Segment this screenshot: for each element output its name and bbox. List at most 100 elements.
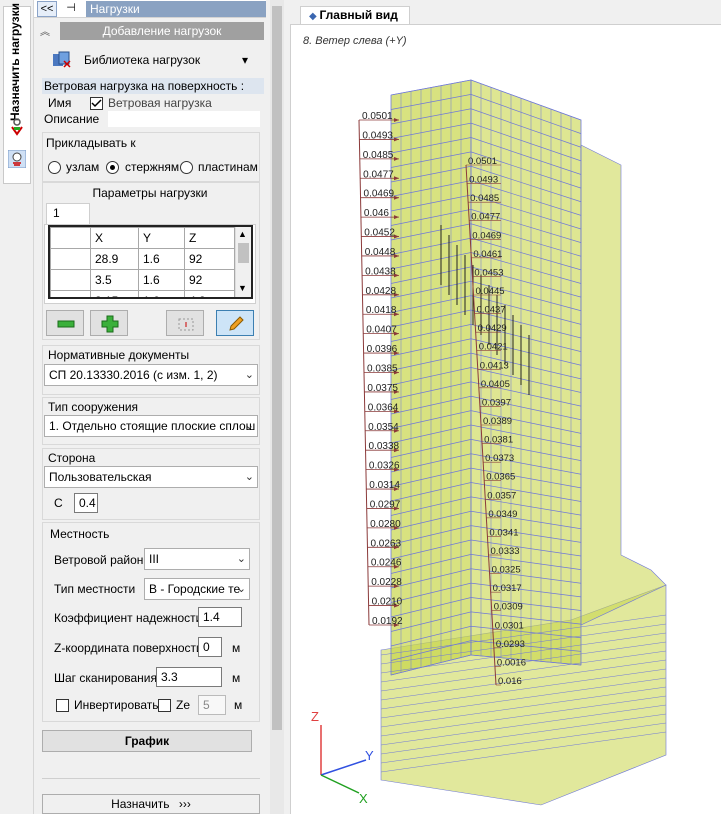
z-coordinate-input[interactable]: 0 xyxy=(198,637,222,657)
structure-type-value: 1. Отдельно стоящие плоские сплош xyxy=(49,419,256,433)
remove-row-button[interactable] xyxy=(46,310,84,336)
radio-plates[interactable] xyxy=(180,161,193,174)
load-value-left: 0.0210 xyxy=(372,597,403,608)
load-value-right: 0.0429 xyxy=(478,323,507,334)
load-value-right: 0.0461 xyxy=(473,249,502,260)
name-value: Ветровая нагрузка xyxy=(108,96,212,110)
load-value-right: 0.0301 xyxy=(495,620,524,631)
select-region-button[interactable] xyxy=(166,310,204,336)
model-viewport[interactable]: 8. Ветер слева (+Y) 0.0501 0.0493 0.0485 0.… xyxy=(290,24,721,814)
side-select[interactable]: Пользовательская ⌄ xyxy=(44,466,258,488)
grid-cell[interactable] xyxy=(50,248,91,270)
load-value-right: 0.0325 xyxy=(492,565,521,576)
grid-cell[interactable]: 3.15 xyxy=(90,290,139,297)
grid-cell[interactable]: 4.8 xyxy=(184,290,235,297)
description-label: Описание xyxy=(44,112,100,126)
panel-scrollbar[interactable] xyxy=(270,0,284,814)
graph-button[interactable]: График xyxy=(42,730,252,752)
load-value-right: 0.0373 xyxy=(485,453,514,464)
axis-y-label: Y xyxy=(365,748,374,763)
panel-scroll-thumb[interactable] xyxy=(272,6,282,730)
load-value-right: 0.0437 xyxy=(477,305,506,316)
load-value-right: 0.0501 xyxy=(468,156,497,167)
loads-node-icon[interactable] xyxy=(8,118,26,136)
grid-cell[interactable]: 1.6 xyxy=(138,290,185,297)
load-library-button[interactable]: Библиотека нагрузок ▾ xyxy=(48,48,248,72)
load-value-left: 0.0485 xyxy=(363,150,394,161)
load-value-left: 0.0263 xyxy=(370,538,401,549)
z-coordinate-label: Z-координата поверхности xyxy=(54,641,203,655)
ze-input[interactable]: 5 xyxy=(198,695,226,715)
collapse-chevron-icon[interactable]: ︽ xyxy=(40,23,50,38)
radio-nodes-label: узлам xyxy=(66,160,100,174)
load-value-right: 0.0421 xyxy=(479,342,508,353)
load-value-left: 0.0314 xyxy=(369,480,400,491)
grid-cell[interactable]: 28.9 xyxy=(90,248,139,270)
check-icon xyxy=(91,99,102,108)
name-label: Имя xyxy=(48,96,72,110)
load-value-right: 0.0493 xyxy=(469,175,498,186)
reliability-input[interactable]: 1.4 xyxy=(198,607,242,627)
pin-icon[interactable]: ⊣ xyxy=(61,1,81,17)
scan-step-input[interactable]: 3.3 xyxy=(156,667,222,687)
add-loads-header[interactable]: ︽ Добавление нагрузок xyxy=(40,22,264,40)
building-model[interactable]: 0.0501 0.0493 0.0485 0.0477 0.0469 0.046 0.045… xyxy=(291,25,721,814)
collapse-panel-button[interactable]: << xyxy=(37,1,57,17)
params-tab-1[interactable]: 1 xyxy=(46,203,90,225)
scroll-down-icon[interactable]: ▼ xyxy=(238,283,247,293)
tab-main-view[interactable]: ◆ Главный вид xyxy=(300,6,410,24)
chevron-down-icon: ⌄ xyxy=(244,369,254,381)
parameters-title: Параметры нагрузки xyxy=(92,186,208,200)
dropdown-arrow-icon: ▾ xyxy=(241,53,248,67)
radio-rods[interactable] xyxy=(106,161,119,174)
grid-cell[interactable]: 3.5 xyxy=(90,269,139,291)
add-row-button[interactable] xyxy=(90,310,128,336)
description-input[interactable] xyxy=(108,111,260,127)
load-value-left: 0.0364 xyxy=(368,402,399,413)
terrain-type-select[interactable]: B - Городские те ⌄ xyxy=(144,578,250,600)
assign-button[interactable]: Назначить ››› xyxy=(42,794,260,814)
app-window: Назначить нагрузки << ⊣ Нагрузки ︽ Добав… xyxy=(0,0,721,814)
load-value-right: 0.0389 xyxy=(483,416,512,427)
invert-checkbox[interactable] xyxy=(56,699,69,712)
structure-type-select[interactable]: 1. Отдельно стоящие плоские сплош ⌄ xyxy=(44,415,258,437)
load-value-right: 0.0405 xyxy=(481,379,510,390)
load-value-right: 0.0365 xyxy=(486,472,515,483)
load-value-left: 0.0338 xyxy=(369,441,400,452)
scroll-up-icon[interactable]: ▲ xyxy=(238,229,247,239)
reliability-label: Коэффициент надежности xyxy=(54,611,203,625)
grid-cell[interactable]: 92 xyxy=(184,248,235,270)
load-value-left: 0.0326 xyxy=(369,461,400,472)
loads-bulb-icon[interactable] xyxy=(8,150,26,168)
normative-docs-select[interactable]: СП 20.13330.2016 (с изм. 1, 2) ⌄ xyxy=(44,364,258,386)
apply-to-label: Прикладывать к xyxy=(46,136,136,150)
ze-checkbox[interactable] xyxy=(158,699,171,712)
name-checkbox[interactable] xyxy=(90,97,103,110)
grid-cell[interactable] xyxy=(50,269,91,291)
load-value-left: 0.0428 xyxy=(365,286,396,297)
load-value-left: 0.0385 xyxy=(367,364,398,375)
grid-scroll-thumb[interactable] xyxy=(238,243,249,263)
grid-cell[interactable] xyxy=(50,290,91,297)
library-icon xyxy=(53,51,71,68)
grid-header-row: X Y Z xyxy=(50,227,235,249)
grid-cell[interactable]: 1.6 xyxy=(138,248,185,270)
radio-nodes[interactable] xyxy=(48,161,61,174)
load-value-right: 0.0357 xyxy=(487,490,516,501)
table-row[interactable]: 28.9 1.6 92 xyxy=(50,248,235,270)
load-value-left: 0.0448 xyxy=(365,247,396,258)
grid-header: Y xyxy=(138,227,185,249)
grid-cell[interactable]: 92 xyxy=(184,269,235,291)
table-row[interactable]: 3.5 1.6 92 xyxy=(50,269,235,291)
edit-pencil-button[interactable] xyxy=(216,310,254,336)
wind-region-select[interactable]: III ⌄ xyxy=(144,548,250,570)
grid-cell[interactable]: 1.6 xyxy=(138,269,185,291)
load-value-right: 0.0349 xyxy=(488,509,517,520)
c-input[interactable]: 0.4 xyxy=(74,493,98,513)
tower-right-face xyxy=(470,79,582,666)
grid-scrollbar[interactable]: ▲ ▼ xyxy=(235,227,251,297)
tower-wing xyxy=(580,144,667,626)
table-row[interactable]: 3.15 1.6 4.8 xyxy=(50,290,235,297)
coordinates-grid[interactable]: X Y Z 28.9 1.6 92 3.5 1.6 92 ▲ ▼ xyxy=(48,225,253,299)
load-value-right: 0.0341 xyxy=(489,527,518,538)
